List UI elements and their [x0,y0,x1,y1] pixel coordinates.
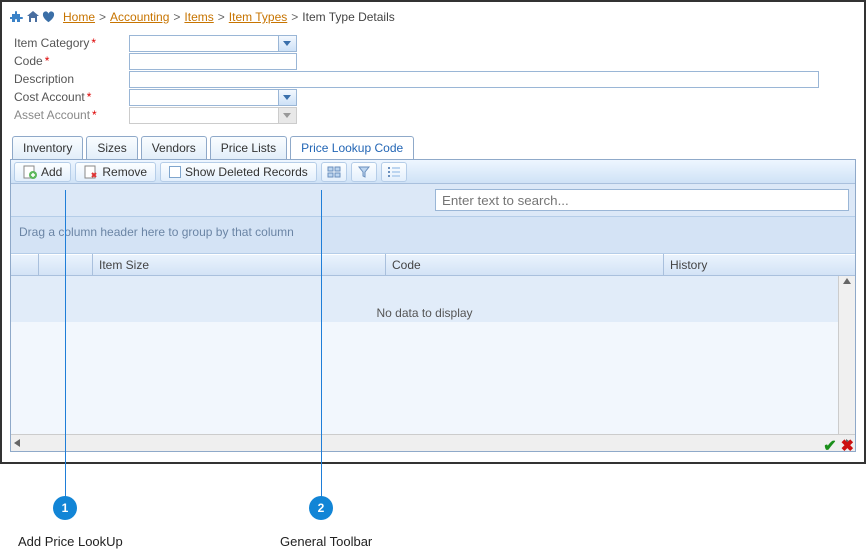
callout-label-1: Add Price LookUp [18,534,123,549]
grid-header-item-size[interactable]: Item Size [93,254,386,276]
remove-button[interactable]: Remove [75,162,156,182]
remove-button-label: Remove [102,165,147,179]
label-item-category: Item Category* [14,36,129,50]
checkbox-icon [169,166,181,178]
layout-button[interactable] [321,162,347,182]
search-input[interactable] [435,189,849,211]
tab-inventory[interactable]: Inventory [12,136,83,159]
input-item-category[interactable] [129,35,297,52]
breadcrumb: Home > Accounting > Items > Item Types >… [10,8,856,34]
grid-empty-text: No data to display [376,306,472,320]
input-description[interactable] [129,71,819,88]
filter-icon [357,165,371,179]
vertical-scrollbar[interactable] [838,276,855,434]
layout-icon [327,165,341,179]
breadcrumb-accounting[interactable]: Accounting [110,10,169,24]
label-asset-account: Asset Account* [14,108,129,122]
form-area: Item Category* Code* Description Cost Ac… [10,34,856,136]
tab-vendors[interactable]: Vendors [141,136,207,159]
grid-header-selector [39,254,93,276]
grid-header-history[interactable]: History [664,254,855,276]
callout-bubble-2: 2 [309,496,333,520]
grid-header: Item Size Code History [11,254,855,276]
input-code[interactable] [129,53,297,70]
puzzle-icon [10,10,24,24]
breadcrumb-items[interactable]: Items [184,10,213,24]
cancel-button[interactable]: ✖ [841,436,854,456]
label-code: Code* [14,54,129,68]
breadcrumb-item-types[interactable]: Item Types [229,10,287,24]
show-deleted-toggle[interactable]: Show Deleted Records [160,162,317,182]
grid-header-indicator [11,254,39,276]
breadcrumb-home[interactable]: Home [63,10,95,24]
add-button-label: Add [41,165,62,179]
label-description: Description [14,72,129,86]
group-by-zone[interactable]: Drag a column header here to group by th… [11,217,855,254]
grid-header-code[interactable]: Code [386,254,664,276]
tab-price-lists[interactable]: Price Lists [210,136,287,159]
input-asset-account [129,107,297,124]
add-icon [23,165,37,179]
callout-bubble-1: 1 [53,496,77,520]
remove-icon [84,165,98,179]
label-cost-account: Cost Account* [14,90,129,104]
breadcrumb-current: Item Type Details [302,10,394,24]
grid-toolbar: Add Remove Show Deleted Records [11,160,855,184]
breadcrumb-icons [10,10,55,24]
show-deleted-label: Show Deleted Records [185,165,308,179]
confirm-button[interactable]: ✔ [823,436,836,456]
horizontal-scrollbar[interactable] [11,434,855,451]
tab-price-lookup-code[interactable]: Price Lookup Code [290,136,414,159]
callout-line-2 [321,190,322,508]
callout-line-1 [65,190,66,508]
filter-button[interactable] [351,162,377,182]
home-icon[interactable] [26,10,40,24]
callout-label-2: General Toolbar [280,534,372,549]
tab-sizes[interactable]: Sizes [86,136,137,159]
heart-icon [42,11,55,24]
grid-body: No data to display [11,276,855,434]
grid-panel: Add Remove Show Deleted Records [10,159,856,452]
search-bar [11,184,855,217]
list-icon [387,165,401,179]
add-button[interactable]: Add [14,162,71,182]
input-cost-account[interactable] [129,89,297,106]
list-button[interactable] [381,162,407,182]
tab-strip: Inventory Sizes Vendors Price Lists Pric… [10,136,856,159]
